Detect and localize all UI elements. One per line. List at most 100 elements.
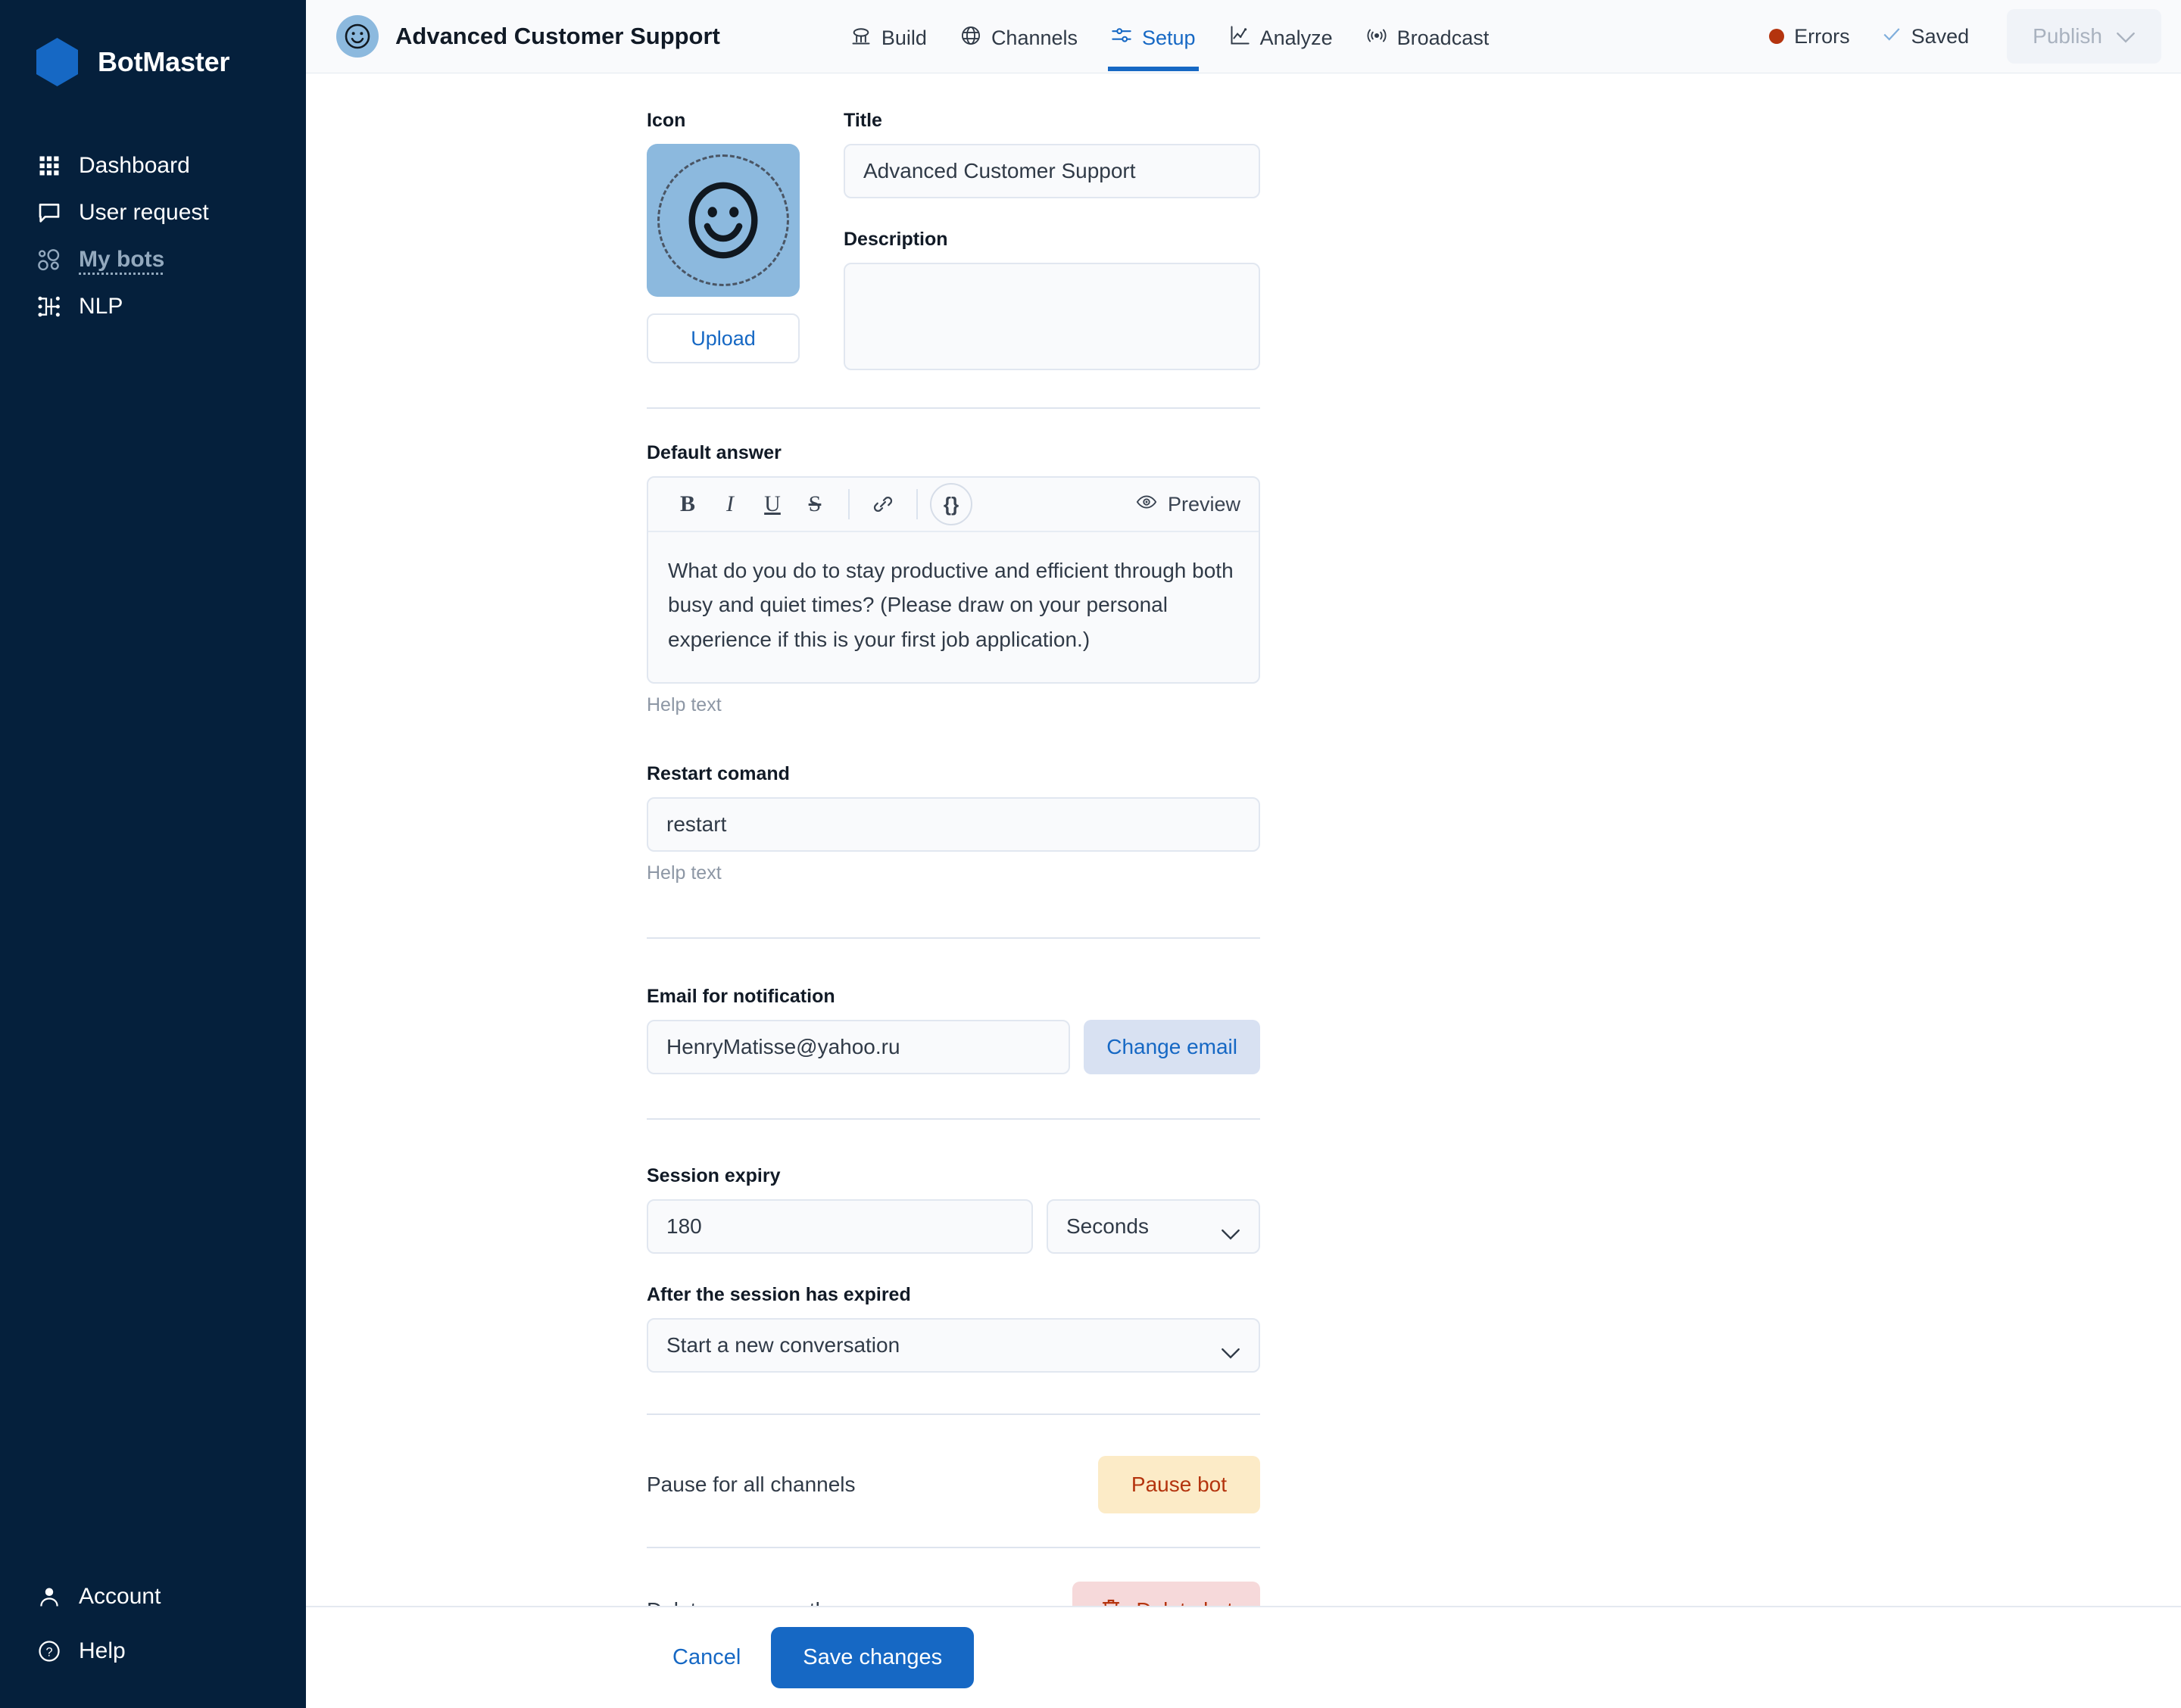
nodes-icon <box>36 294 62 319</box>
sidebar-item-label: Help <box>79 1638 126 1663</box>
toolbar-separator <box>916 489 918 519</box>
icon-title-row: Icon Upload Title Advanced Customer Supp… <box>647 110 1260 374</box>
brand-name: BotMaster <box>98 46 230 77</box>
email-row: Change email <box>647 1020 1260 1075</box>
sidebar-item-label: NLP <box>79 294 123 319</box>
chevron-down-icon <box>2116 24 2136 48</box>
globe-icon <box>960 25 981 51</box>
save-changes-button[interactable]: Save changes <box>771 1627 975 1688</box>
sidebar-item-label: Dashboard <box>79 153 190 178</box>
tab-label: Channels <box>991 26 1078 49</box>
tab-setup[interactable]: Setup <box>1094 2 1212 71</box>
session-expiry-label: Session expiry <box>647 1165 781 1187</box>
delete-row: Delete permanently <box>647 1574 1260 1606</box>
session-expiry-row: Seconds <box>647 1199 1260 1255</box>
after-expiry-select[interactable]: Start a new conversation <box>647 1318 1260 1373</box>
delete-bot-label: Delete bot <box>1136 1598 1233 1606</box>
chart-icon <box>1229 25 1250 51</box>
publish-label: Publish <box>2033 24 2102 48</box>
divider <box>647 1413 1260 1416</box>
error-dot-icon <box>1769 29 1785 44</box>
default-answer-editor: B I U S {} Preview What do you do to sta… <box>647 476 1260 684</box>
pause-bot-button[interactable]: Pause bot <box>1097 1456 1260 1514</box>
publish-button[interactable]: Publish <box>2007 9 2161 64</box>
status-group: Errors Saved Publish <box>1758 9 2161 64</box>
eye-icon <box>1136 491 1157 518</box>
tab-channels[interactable]: Channels <box>944 2 1094 71</box>
main-area: Advanced Customer Support Build Channels… <box>306 0 2181 1708</box>
build-icon <box>850 25 872 51</box>
default-answer-help: Help text <box>647 694 722 716</box>
page-title: Advanced Customer Support <box>395 23 720 49</box>
chevron-down-icon <box>1221 1340 1240 1359</box>
sidebar-item-dashboard[interactable]: Dashboard <box>0 142 306 189</box>
chevron-down-icon <box>1221 1221 1240 1240</box>
sidebar-item-my-bots[interactable]: My bots <box>0 236 306 283</box>
session-unit-select[interactable]: Seconds <box>1047 1199 1260 1255</box>
underline-button[interactable]: U <box>751 483 794 525</box>
tab-label: Broadcast <box>1396 26 1490 49</box>
email-input[interactable] <box>647 1020 1071 1075</box>
icon-label: Icon <box>647 110 686 131</box>
default-answer-text[interactable]: What do you do to stay productive and ef… <box>648 532 1259 682</box>
tab-label: Setup <box>1142 26 1196 49</box>
toolbar-separator <box>848 489 850 519</box>
title-column: Title Description <box>844 110 1260 374</box>
divider <box>647 1547 1260 1549</box>
title-input[interactable] <box>844 144 1260 198</box>
trash-icon <box>1100 1597 1122 1606</box>
errors-status[interactable]: Errors <box>1758 25 1861 48</box>
description-textarea[interactable] <box>844 263 1260 370</box>
broadcast-icon <box>1366 25 1387 51</box>
bot-icon-preview[interactable] <box>647 144 800 297</box>
saved-label: Saved <box>1911 24 1970 48</box>
cancel-button[interactable]: Cancel <box>647 1629 766 1687</box>
errors-label: Errors <box>1794 24 1850 48</box>
sidebar-item-label: My bots <box>79 247 165 272</box>
user-icon <box>36 1584 62 1610</box>
preview-button[interactable]: Preview <box>1136 491 1240 518</box>
delete-bot-button[interactable]: Delete bot <box>1072 1581 1260 1606</box>
tab-analyze[interactable]: Analyze <box>1212 2 1349 71</box>
topbar: Advanced Customer Support Build Channels… <box>306 0 2181 73</box>
sidebar-item-nlp[interactable]: NLP <box>0 283 306 330</box>
pause-row: Pause for all channels Pause bot <box>647 1448 1260 1521</box>
tab-label: Build <box>881 26 927 49</box>
bots-circles-icon <box>36 247 62 273</box>
after-expiry-value: Start a new conversation <box>666 1333 900 1357</box>
bold-button[interactable]: B <box>666 483 709 525</box>
sidebar-item-user-request[interactable]: User request <box>0 189 306 236</box>
restart-command-input[interactable] <box>647 797 1260 852</box>
session-expiry-input[interactable] <box>647 1199 1033 1255</box>
brand[interactable]: BotMaster <box>0 0 306 88</box>
smiley-face-icon <box>336 15 379 58</box>
restart-command-help: Help text <box>647 862 722 884</box>
content-scroll: Icon Upload Title Advanced Customer Supp… <box>306 73 2181 1606</box>
sidebar-item-help[interactable]: ? Help <box>0 1628 306 1675</box>
check-icon <box>1882 24 1902 49</box>
delete-row-label: Delete permanently <box>647 1598 831 1606</box>
sliders-icon <box>1111 25 1132 51</box>
icon-column: Icon Upload <box>647 110 800 374</box>
email-label: Email for notification <box>647 986 835 1008</box>
italic-button[interactable]: I <box>709 483 751 525</box>
preview-label: Preview <box>1167 492 1240 516</box>
saved-status: Saved <box>1871 24 1980 49</box>
variable-button[interactable]: {} <box>930 483 972 525</box>
grid-icon <box>36 153 62 179</box>
strikethrough-button[interactable]: S <box>794 483 836 525</box>
tab-build[interactable]: Build <box>834 2 944 71</box>
chat-bubble-icon <box>36 200 62 226</box>
link-icon[interactable] <box>862 483 904 525</box>
upload-button[interactable]: Upload <box>647 313 800 363</box>
tab-broadcast[interactable]: Broadcast <box>1349 2 1506 71</box>
editor-toolbar: B I U S {} Preview <box>648 478 1259 532</box>
divider <box>647 937 1260 940</box>
divider <box>647 1118 1260 1120</box>
sidebar-item-label: User request <box>79 200 209 225</box>
change-email-button[interactable]: Change email <box>1084 1020 1260 1075</box>
sidebar-item-account[interactable]: Account <box>0 1573 306 1620</box>
